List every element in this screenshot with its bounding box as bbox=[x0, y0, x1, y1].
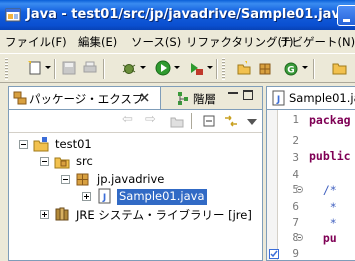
overview-ruler[interactable] bbox=[267, 110, 278, 260]
minimize-view-icon[interactable] bbox=[228, 92, 238, 94]
source-folder-icon bbox=[54, 157, 70, 169]
save-icon[interactable] bbox=[61, 60, 77, 76]
menu-source[interactable]: ソース(S) bbox=[131, 34, 181, 50]
new-dropdown-icon[interactable] bbox=[45, 66, 51, 69]
line-number: 1 bbox=[292, 113, 299, 126]
task-checkmark-icon[interactable] bbox=[269, 249, 279, 259]
java-file-icon: J bbox=[272, 90, 285, 106]
run-dropdown-icon[interactable] bbox=[174, 66, 180, 69]
toolbar-grip[interactable] bbox=[222, 58, 225, 80]
external-tools-dropdown-icon[interactable] bbox=[207, 66, 213, 69]
window-title: Java - test01/src/jp/javadrive/Sample01.… bbox=[26, 7, 355, 22]
toolbar-separator bbox=[54, 59, 56, 79]
eclipse-window-icon bbox=[5, 8, 21, 22]
line-number: 3 bbox=[292, 151, 299, 164]
minimize-button[interactable] bbox=[337, 5, 355, 26]
view-toolbar: ⇦ ⇨ bbox=[9, 110, 262, 133]
line-number: 4 bbox=[292, 168, 299, 181]
package-icon bbox=[76, 173, 89, 186]
project-tree: test01 src jp.javadrive J Sample01.java bbox=[9, 133, 262, 260]
collapse-toggle[interactable] bbox=[61, 175, 70, 184]
library-icon bbox=[55, 207, 69, 221]
line-number: 6 bbox=[292, 200, 299, 213]
menu-refactor[interactable]: リファクタリング(T) bbox=[186, 34, 294, 50]
open-type-icon[interactable] bbox=[332, 60, 348, 76]
fold-toggle[interactable] bbox=[296, 234, 303, 241]
tree-item-project[interactable]: test01 bbox=[55, 137, 92, 153]
new-class-icon[interactable]: G bbox=[283, 60, 299, 76]
svg-text:J: J bbox=[276, 95, 280, 105]
java-editor: J Sample01.jav 1 2 3 4 5 6 7 8 9 packag … bbox=[266, 86, 355, 261]
title-bar[interactable]: Java - test01/src/jp/javadrive/Sample01.… bbox=[0, 0, 355, 30]
main-toolbar: G bbox=[0, 53, 355, 83]
package-explorer-icon bbox=[13, 91, 27, 105]
editor-tab[interactable]: J Sample01.jav bbox=[267, 87, 355, 110]
tree-item-package[interactable]: jp.javadrive bbox=[97, 172, 164, 188]
new-java-project-icon[interactable] bbox=[236, 60, 252, 76]
collapse-toggle[interactable] bbox=[19, 140, 28, 149]
tab-label: 階層 bbox=[193, 92, 216, 106]
java-file-icon: J bbox=[98, 188, 111, 204]
toolbar-grip[interactable] bbox=[5, 58, 8, 80]
svg-text:J: J bbox=[102, 193, 106, 203]
expand-toggle[interactable] bbox=[40, 210, 49, 219]
toolbar-separator bbox=[216, 59, 218, 79]
hierarchy-icon bbox=[178, 92, 188, 105]
toolbar-separator bbox=[191, 113, 192, 129]
package-explorer-view: パッケージ・エクスプ 階層 ⇦ ⇨ test01 src jp.javadriv… bbox=[8, 86, 263, 261]
view-menu-icon[interactable] bbox=[247, 119, 257, 125]
toolbar-separator bbox=[103, 59, 105, 79]
close-icon[interactable] bbox=[140, 93, 149, 102]
external-tools-icon[interactable] bbox=[188, 60, 204, 76]
debug-icon[interactable] bbox=[121, 60, 137, 76]
tree-item-src[interactable]: src bbox=[76, 154, 93, 170]
forward-arrow-icon[interactable]: ⇨ bbox=[145, 112, 156, 127]
back-arrow-icon[interactable]: ⇦ bbox=[122, 112, 133, 127]
code-line[interactable]: * bbox=[309, 216, 337, 230]
code-line[interactable]: pu bbox=[309, 231, 337, 245]
new-package-icon[interactable] bbox=[258, 60, 274, 76]
run-icon[interactable] bbox=[155, 60, 171, 76]
line-number: 2 bbox=[292, 134, 299, 147]
code-line[interactable]: public bbox=[309, 149, 351, 163]
expand-toggle[interactable] bbox=[82, 192, 91, 201]
menu-bar: ファイル(F) 編集(E) ソース(S) リファクタリング(T) ナビゲート(N… bbox=[0, 30, 355, 52]
print-icon[interactable] bbox=[82, 60, 98, 76]
line-number: 7 bbox=[292, 216, 299, 229]
link-with-editor-icon[interactable] bbox=[223, 114, 239, 128]
new-class-dropdown-icon[interactable] bbox=[302, 66, 308, 69]
view-tab-bar: パッケージ・エクスプ 階層 bbox=[9, 87, 262, 110]
toolbar-separator bbox=[313, 59, 315, 79]
svg-text:G: G bbox=[287, 66, 294, 76]
menu-edit[interactable]: 編集(E) bbox=[78, 34, 117, 50]
up-folder-icon[interactable] bbox=[170, 114, 184, 128]
maximize-view-icon[interactable] bbox=[243, 90, 253, 100]
collapse-all-icon[interactable] bbox=[202, 114, 216, 128]
tree-item-jre-library[interactable]: JRE システム・ライブラリー [jre] bbox=[76, 207, 252, 223]
new-icon[interactable] bbox=[27, 60, 43, 76]
code-line[interactable]: packag bbox=[309, 113, 351, 127]
code-line[interactable]: * bbox=[309, 200, 337, 214]
debug-dropdown-icon[interactable] bbox=[140, 66, 146, 69]
editor-tab-label: Sample01.jav bbox=[289, 91, 355, 105]
collapse-toggle[interactable] bbox=[40, 157, 49, 166]
menu-file[interactable]: ファイル(F) bbox=[5, 34, 67, 50]
project-icon bbox=[33, 137, 49, 152]
tab-label: パッケージ・エクスプ bbox=[29, 92, 144, 106]
line-number: 9 bbox=[292, 247, 299, 260]
tree-item-file-selected[interactable]: Sample01.java bbox=[117, 189, 207, 205]
menu-navigate[interactable]: ナビゲート(N) bbox=[280, 34, 355, 50]
tab-package-explorer[interactable]: パッケージ・エクスプ bbox=[9, 87, 161, 109]
fold-toggle[interactable] bbox=[296, 186, 303, 193]
code-line[interactable]: /* bbox=[309, 183, 337, 197]
